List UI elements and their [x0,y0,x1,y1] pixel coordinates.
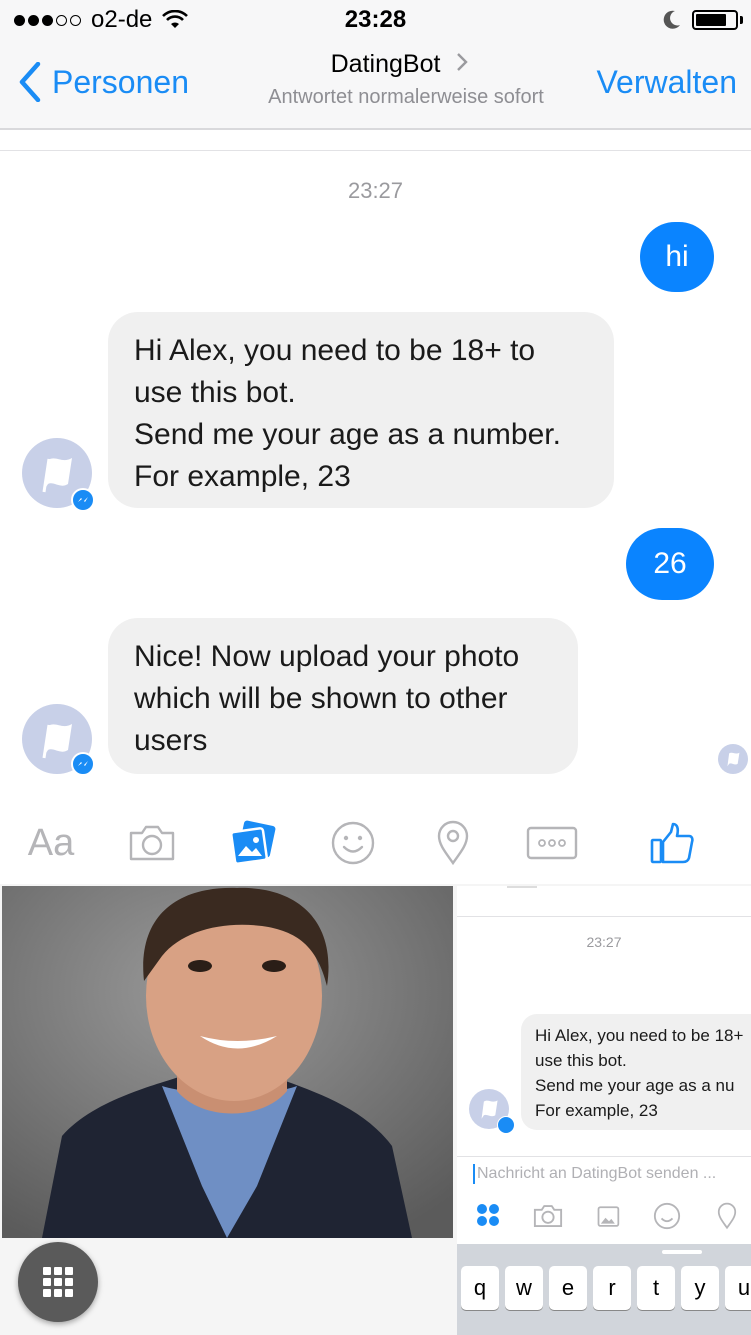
camera-icon [533,1205,563,1227]
photo-thumbnail[interactable] [2,886,453,1238]
key-e: e [549,1266,587,1310]
gallery-button[interactable] [226,808,280,878]
keyboard-handle [662,1250,702,1254]
like-button[interactable] [646,808,698,878]
battery-tip [740,16,743,24]
text-cursor [473,1163,475,1184]
thumb-message-input: Nachricht an DatingBot senden ... [457,1156,751,1190]
flag-icon [727,752,740,767]
thumb-scroll-mark [507,886,537,888]
grid-icon [43,1267,73,1297]
messenger-badge-icon [71,752,95,776]
more-button[interactable] [524,808,580,878]
messenger-badge-icon [71,488,95,512]
chevron-right-icon [457,53,469,71]
location-icon [717,1202,737,1230]
screenshot-thumbnail[interactable]: 23:27 Hi Alex, you need to be 18+ use th… [457,886,751,1335]
apps-icon [477,1204,499,1226]
composer-toolbar: Aa [0,808,751,878]
portrait-photo [2,886,453,1238]
battery-icon [692,10,738,30]
key-u: u [725,1266,751,1310]
thumb-messenger-badge-icon [497,1116,515,1134]
conversation-title[interactable]: DatingBot [220,50,580,79]
header-divider [0,150,751,151]
key-y: y [681,1266,719,1310]
emoji-icon [653,1202,681,1230]
thumb-timestamp: 23:27 [586,934,622,950]
read-receipt-avatar [718,744,748,774]
conversation-subtitle: Antwortet normalerweise sofort [268,86,544,108]
key-r: r [593,1266,631,1310]
thumb-keyboard: q w e r t y u [457,1244,751,1335]
status-time: 23:28 [344,6,407,33]
thumbs-up-icon [650,822,694,864]
camera-button[interactable] [124,808,180,878]
outgoing-message[interactable]: 26 [626,528,714,600]
back-button[interactable]: Personen [18,62,189,102]
gallery-icon [230,820,276,865]
thumb-incoming-message: Hi Alex, you need to be 18+ use this bot… [521,1014,751,1130]
key-t: t [637,1266,675,1310]
emoji-icon [331,821,375,865]
do-not-disturb-icon [663,10,680,29]
message-timestamp: 23:27 [347,178,404,203]
thumb-input-placeholder: Nachricht an DatingBot senden ... [477,1165,717,1182]
more-icon [526,826,578,860]
back-label: Personen [52,63,189,100]
thumb-toolbar [457,1198,751,1232]
location-button[interactable] [432,808,474,878]
camera-icon [129,825,175,861]
location-icon [437,820,469,866]
text-input-button[interactable]: Aa [22,808,80,878]
gallery-icon [597,1206,620,1227]
key-q: q [461,1266,499,1310]
incoming-message[interactable]: Hi Alex, you need to be 18+ to use this … [108,312,614,508]
manage-button[interactable]: Verwalten [596,64,737,101]
outgoing-message[interactable]: hi [640,222,714,292]
title-text: DatingBot [330,50,441,78]
chevron-left-icon [19,62,41,102]
key-w: w [505,1266,543,1310]
gallery-grid-button[interactable] [18,1242,98,1322]
thumb-divider [457,916,751,917]
incoming-message[interactable]: Nice! Now upload your photo which will b… [108,618,578,774]
emoji-button[interactable] [328,808,378,878]
